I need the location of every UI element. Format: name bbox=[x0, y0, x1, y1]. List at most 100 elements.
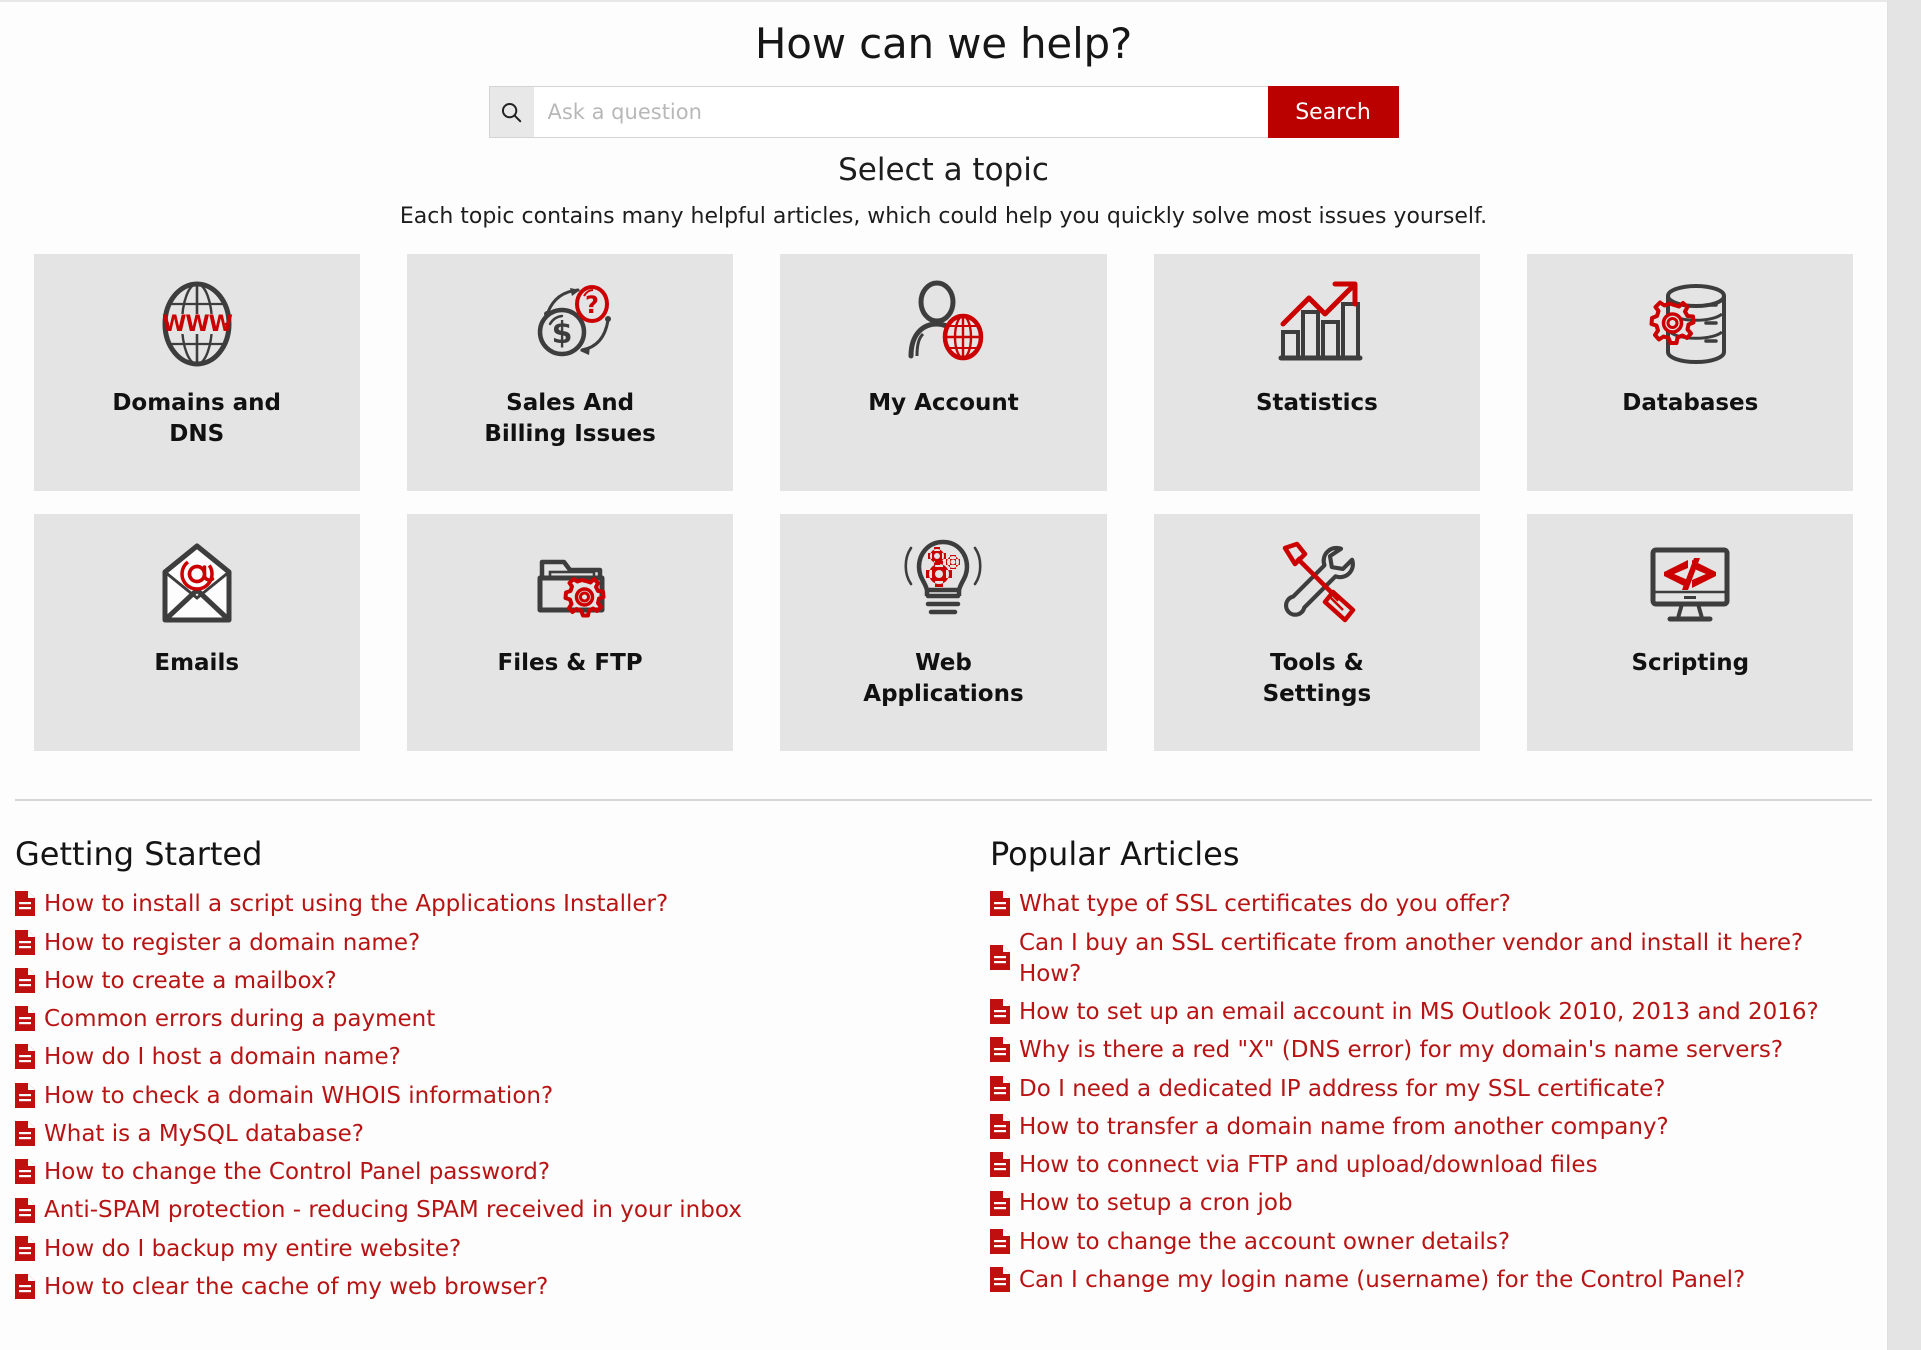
topic-card-statistics[interactable]: Statistics bbox=[1153, 254, 1481, 492]
topic-card-sales-and-billing-issues[interactable]: $ ? Sales And Billing Issues bbox=[406, 254, 734, 492]
list-item: How to clear the cache of my web browser… bbox=[15, 1272, 990, 1303]
popular-articles-heading: Popular Articles bbox=[990, 835, 1240, 874]
bar-chart-arrow-icon bbox=[1267, 270, 1367, 378]
page-scrollbar[interactable] bbox=[1888, 0, 1921, 1350]
list-item: How to connect via FTP and upload/downlo… bbox=[990, 1150, 1872, 1181]
search-button[interactable]: Search bbox=[1267, 86, 1399, 139]
topic-card-databases[interactable]: Databases bbox=[1527, 254, 1854, 492]
article-link[interactable]: How to connect via FTP and upload/downlo… bbox=[1019, 1150, 1598, 1181]
document-icon bbox=[15, 1274, 35, 1300]
article-link[interactable]: How to check a domain WHOIS information? bbox=[44, 1081, 553, 1112]
article-link[interactable]: How to setup a cron job bbox=[1019, 1188, 1293, 1219]
topic-label: Tools & Settings bbox=[1262, 650, 1372, 708]
lightbulb-gears-icon bbox=[893, 530, 993, 638]
document-icon bbox=[990, 891, 1010, 917]
svg-text:$: $ bbox=[552, 316, 573, 351]
document-icon bbox=[990, 1267, 1010, 1293]
topic-card-web-applications[interactable]: Web Applications bbox=[780, 514, 1107, 752]
wrench-screwdriver-icon bbox=[1267, 530, 1367, 638]
article-link[interactable]: Common errors during a payment bbox=[44, 1004, 435, 1035]
topic-label: Statistics bbox=[1255, 390, 1378, 417]
document-icon bbox=[15, 1044, 35, 1070]
topic-card-tools-and-settings[interactable]: Tools & Settings bbox=[1153, 514, 1481, 752]
globe-www-icon: WWW bbox=[147, 270, 247, 378]
list-item: Common errors during a payment bbox=[15, 1004, 990, 1035]
topic-card-my-account[interactable]: My Account bbox=[780, 254, 1107, 492]
article-link[interactable]: Can I change my login name (username) fo… bbox=[1019, 1265, 1745, 1296]
topic-card-domains-and-dns[interactable]: WWW Domains and DNS bbox=[33, 254, 360, 492]
user-globe-icon bbox=[893, 270, 993, 378]
document-icon bbox=[990, 1037, 1010, 1063]
document-icon bbox=[15, 929, 35, 955]
list-item: How do I backup my entire website? bbox=[15, 1234, 990, 1265]
getting-started-column: Getting Started How to install a script … bbox=[15, 835, 990, 1310]
document-icon bbox=[15, 1197, 35, 1223]
document-icon bbox=[990, 999, 1010, 1025]
topic-card-emails[interactable]: Emails bbox=[33, 514, 360, 752]
list-item: Anti-SPAM protection - reducing SPAM rec… bbox=[15, 1195, 990, 1226]
article-link[interactable]: How to register a domain name? bbox=[44, 928, 420, 959]
monitor-code-icon bbox=[1640, 530, 1740, 638]
topic-label: Domains and DNS bbox=[112, 390, 282, 448]
document-icon bbox=[15, 1121, 35, 1147]
document-icon bbox=[15, 1082, 35, 1108]
list-item: How to change the account owner details? bbox=[990, 1227, 1872, 1258]
document-icon bbox=[990, 1075, 1010, 1101]
document-icon bbox=[15, 1235, 35, 1261]
topic-label: Files & FTP bbox=[497, 650, 643, 677]
getting-started-heading: Getting Started bbox=[15, 835, 263, 874]
article-link[interactable]: How to transfer a domain name from anoth… bbox=[1019, 1112, 1669, 1143]
list-item: How to install a script using the Applic… bbox=[15, 889, 990, 920]
article-link[interactable]: Do I need a dedicated IP address for my … bbox=[1019, 1074, 1665, 1105]
list-item: How to transfer a domain name from anoth… bbox=[990, 1112, 1872, 1143]
list-item: How do I host a domain name? bbox=[15, 1042, 990, 1073]
list-item: Do I need a dedicated IP address for my … bbox=[990, 1074, 1872, 1105]
topic-description: Each topic contains many helpful article… bbox=[399, 204, 1488, 230]
document-icon bbox=[990, 1152, 1010, 1178]
search-input[interactable] bbox=[533, 86, 1268, 139]
article-link[interactable]: How to clear the cache of my web browser… bbox=[44, 1272, 548, 1303]
article-link[interactable]: How do I backup my entire website? bbox=[44, 1234, 461, 1265]
database-gear-icon bbox=[1640, 270, 1740, 378]
help-center-page: How can we help? Search Select a topic E… bbox=[0, 0, 1888, 1350]
hero-section: How can we help? Search Select a topic E… bbox=[0, 2, 1887, 229]
billing-dollar-question-icon: $ ? bbox=[520, 270, 620, 378]
article-link[interactable]: How to install a script using the Applic… bbox=[44, 889, 668, 920]
list-item: How to create a mailbox? bbox=[15, 966, 990, 997]
article-link[interactable]: How to set up an email account in MS Out… bbox=[1019, 997, 1819, 1028]
select-topic-heading: Select a topic bbox=[838, 152, 1049, 189]
topic-label: Scripting bbox=[1631, 650, 1750, 677]
envelope-at-icon bbox=[147, 530, 247, 638]
list-item: What type of SSL certificates do you off… bbox=[990, 889, 1872, 920]
document-icon bbox=[15, 1159, 35, 1185]
article-link[interactable]: Anti-SPAM protection - reducing SPAM rec… bbox=[44, 1195, 742, 1226]
folder-gear-icon bbox=[520, 530, 620, 638]
document-icon bbox=[15, 891, 35, 917]
article-link[interactable]: Why is there a red "X" (DNS error) for m… bbox=[1019, 1035, 1783, 1066]
document-icon bbox=[990, 1114, 1010, 1140]
topic-card-files-and-ftp[interactable]: Files & FTP bbox=[406, 514, 734, 752]
svg-text:WWW: WWW bbox=[162, 312, 233, 337]
article-link[interactable]: How to change the Control Panel password… bbox=[44, 1157, 550, 1188]
popular-articles-list: What type of SSL certificates do you off… bbox=[990, 889, 1872, 1296]
document-icon bbox=[990, 1228, 1010, 1254]
topic-label: Web Applications bbox=[863, 650, 1024, 708]
topic-label: Emails bbox=[154, 650, 240, 677]
article-link[interactable]: How to change the account owner details? bbox=[1019, 1227, 1510, 1258]
article-link[interactable]: Can I buy an SSL certificate from anothe… bbox=[1019, 928, 1872, 991]
document-icon bbox=[15, 967, 35, 993]
list-item: Can I buy an SSL certificate from anothe… bbox=[990, 928, 1872, 991]
list-item: How to check a domain WHOIS information? bbox=[15, 1081, 990, 1112]
search-bar: Search bbox=[488, 86, 1399, 139]
document-icon bbox=[15, 1006, 35, 1032]
document-icon bbox=[990, 1190, 1010, 1216]
topic-label: Databases bbox=[1622, 390, 1759, 417]
list-item: How to set up an email account in MS Out… bbox=[990, 997, 1872, 1028]
topic-label: My Account bbox=[868, 390, 1019, 417]
article-link[interactable]: What type of SSL certificates do you off… bbox=[1019, 889, 1511, 920]
article-link[interactable]: What is a MySQL database? bbox=[44, 1119, 364, 1150]
list-item: What is a MySQL database? bbox=[15, 1119, 990, 1150]
article-link[interactable]: How to create a mailbox? bbox=[44, 966, 337, 997]
topic-card-scripting[interactable]: Scripting bbox=[1527, 514, 1854, 752]
article-link[interactable]: How do I host a domain name? bbox=[44, 1042, 401, 1073]
